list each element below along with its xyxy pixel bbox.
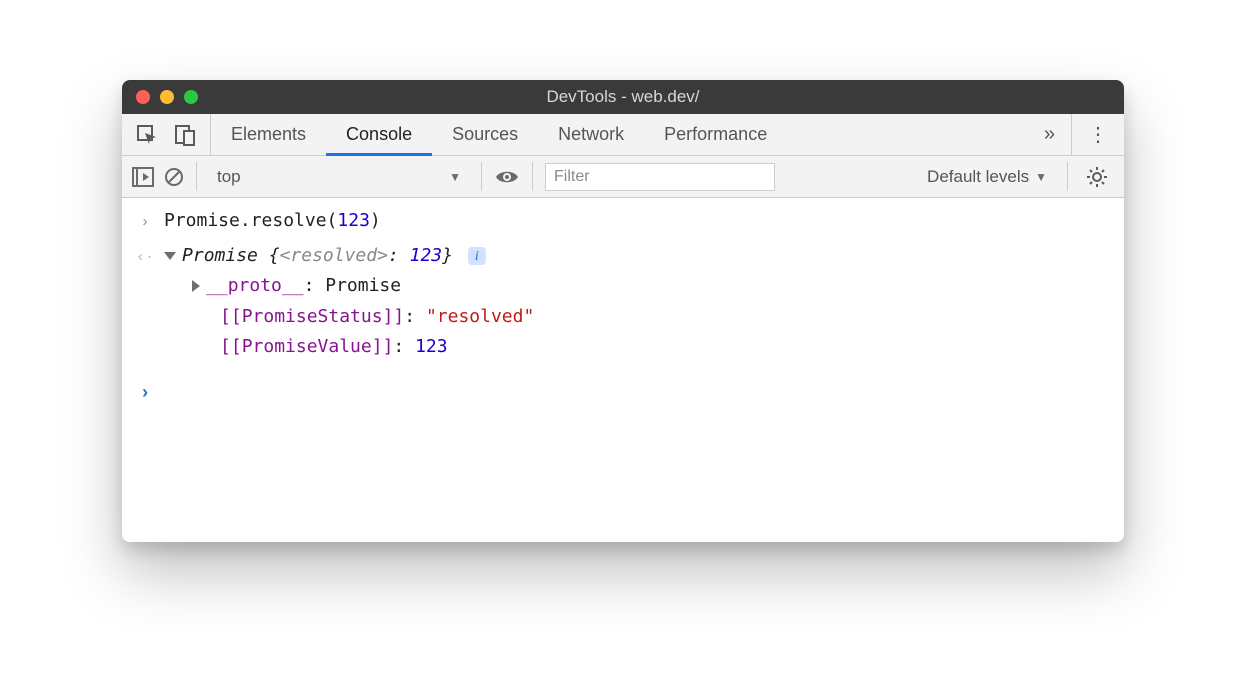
promise-value-row: [[PromiseValue]]: 123 bbox=[220, 332, 1110, 363]
clear-console-icon[interactable] bbox=[164, 167, 184, 187]
titlebar: DevTools - web.dev/ bbox=[122, 80, 1124, 114]
tab-elements[interactable]: Elements bbox=[211, 114, 326, 155]
device-toolbar-icon[interactable] bbox=[174, 124, 196, 146]
main-toolbar: Elements Console Sources Network Perform… bbox=[122, 114, 1124, 156]
devtools-window: DevTools - web.dev/ Elements Console Sou… bbox=[122, 80, 1124, 542]
minimize-window-button[interactable] bbox=[160, 90, 174, 104]
window-title: DevTools - web.dev/ bbox=[546, 87, 699, 107]
log-levels-select[interactable]: Default levels ▼ bbox=[919, 167, 1055, 187]
prompt-icon: › bbox=[136, 375, 154, 410]
divider bbox=[532, 162, 533, 191]
live-expression-icon[interactable] bbox=[494, 167, 520, 187]
divider bbox=[481, 162, 482, 191]
input-prompt-icon: › bbox=[136, 206, 154, 236]
object-header[interactable]: Promise {<resolved>: 123} i bbox=[164, 241, 1110, 272]
console-body: › Promise.resolve(123) ‹· Promise {<reso… bbox=[122, 198, 1124, 542]
console-subbar: top ▼ Filter Default levels ▼ bbox=[122, 156, 1124, 198]
divider bbox=[1067, 162, 1068, 191]
toolbar-icons bbox=[122, 114, 211, 155]
filter-placeholder: Filter bbox=[554, 168, 590, 186]
console-output-row: ‹· Promise {<resolved>: 123} i __proto__… bbox=[122, 239, 1124, 365]
expander-right-icon[interactable] bbox=[192, 280, 200, 292]
console-input-row: › Promise.resolve(123) bbox=[122, 204, 1124, 239]
promise-status-row: [[PromiseStatus]]: "resolved" bbox=[220, 302, 1110, 333]
settings-kebab-button[interactable]: ⋮ bbox=[1071, 114, 1124, 155]
info-icon[interactable]: i bbox=[468, 247, 486, 265]
console-input-text[interactable]: Promise.resolve(123) bbox=[164, 206, 1110, 237]
tab-performance[interactable]: Performance bbox=[644, 114, 787, 155]
object-name: Promise bbox=[182, 245, 258, 266]
inspect-element-icon[interactable] bbox=[136, 124, 158, 146]
console-output-content: Promise {<resolved>: 123} i __proto__: P… bbox=[164, 241, 1110, 363]
tab-console[interactable]: Console bbox=[326, 114, 432, 155]
context-label: top bbox=[217, 167, 241, 187]
zoom-window-button[interactable] bbox=[184, 90, 198, 104]
output-prompt-icon: ‹· bbox=[136, 241, 154, 271]
console-settings-icon[interactable] bbox=[1080, 166, 1114, 188]
log-levels-label: Default levels bbox=[927, 167, 1029, 187]
chevron-down-icon: ▼ bbox=[449, 170, 461, 184]
chevron-down-icon: ▼ bbox=[1035, 170, 1047, 184]
divider bbox=[196, 162, 197, 191]
tab-network[interactable]: Network bbox=[538, 114, 644, 155]
panel-tabs: Elements Console Sources Network Perform… bbox=[211, 114, 1028, 155]
more-tabs-button[interactable]: » bbox=[1028, 114, 1071, 155]
console-prompt-row[interactable]: › bbox=[122, 373, 1124, 412]
filter-input[interactable]: Filter bbox=[545, 163, 775, 191]
toggle-sidebar-icon[interactable] bbox=[132, 167, 154, 187]
proto-row[interactable]: __proto__: Promise bbox=[192, 271, 1110, 302]
expander-down-icon[interactable] bbox=[164, 252, 176, 260]
tab-sources[interactable]: Sources bbox=[432, 114, 538, 155]
execution-context-select[interactable]: top ▼ bbox=[209, 167, 469, 187]
close-window-button[interactable] bbox=[136, 90, 150, 104]
traffic-lights bbox=[136, 90, 198, 104]
